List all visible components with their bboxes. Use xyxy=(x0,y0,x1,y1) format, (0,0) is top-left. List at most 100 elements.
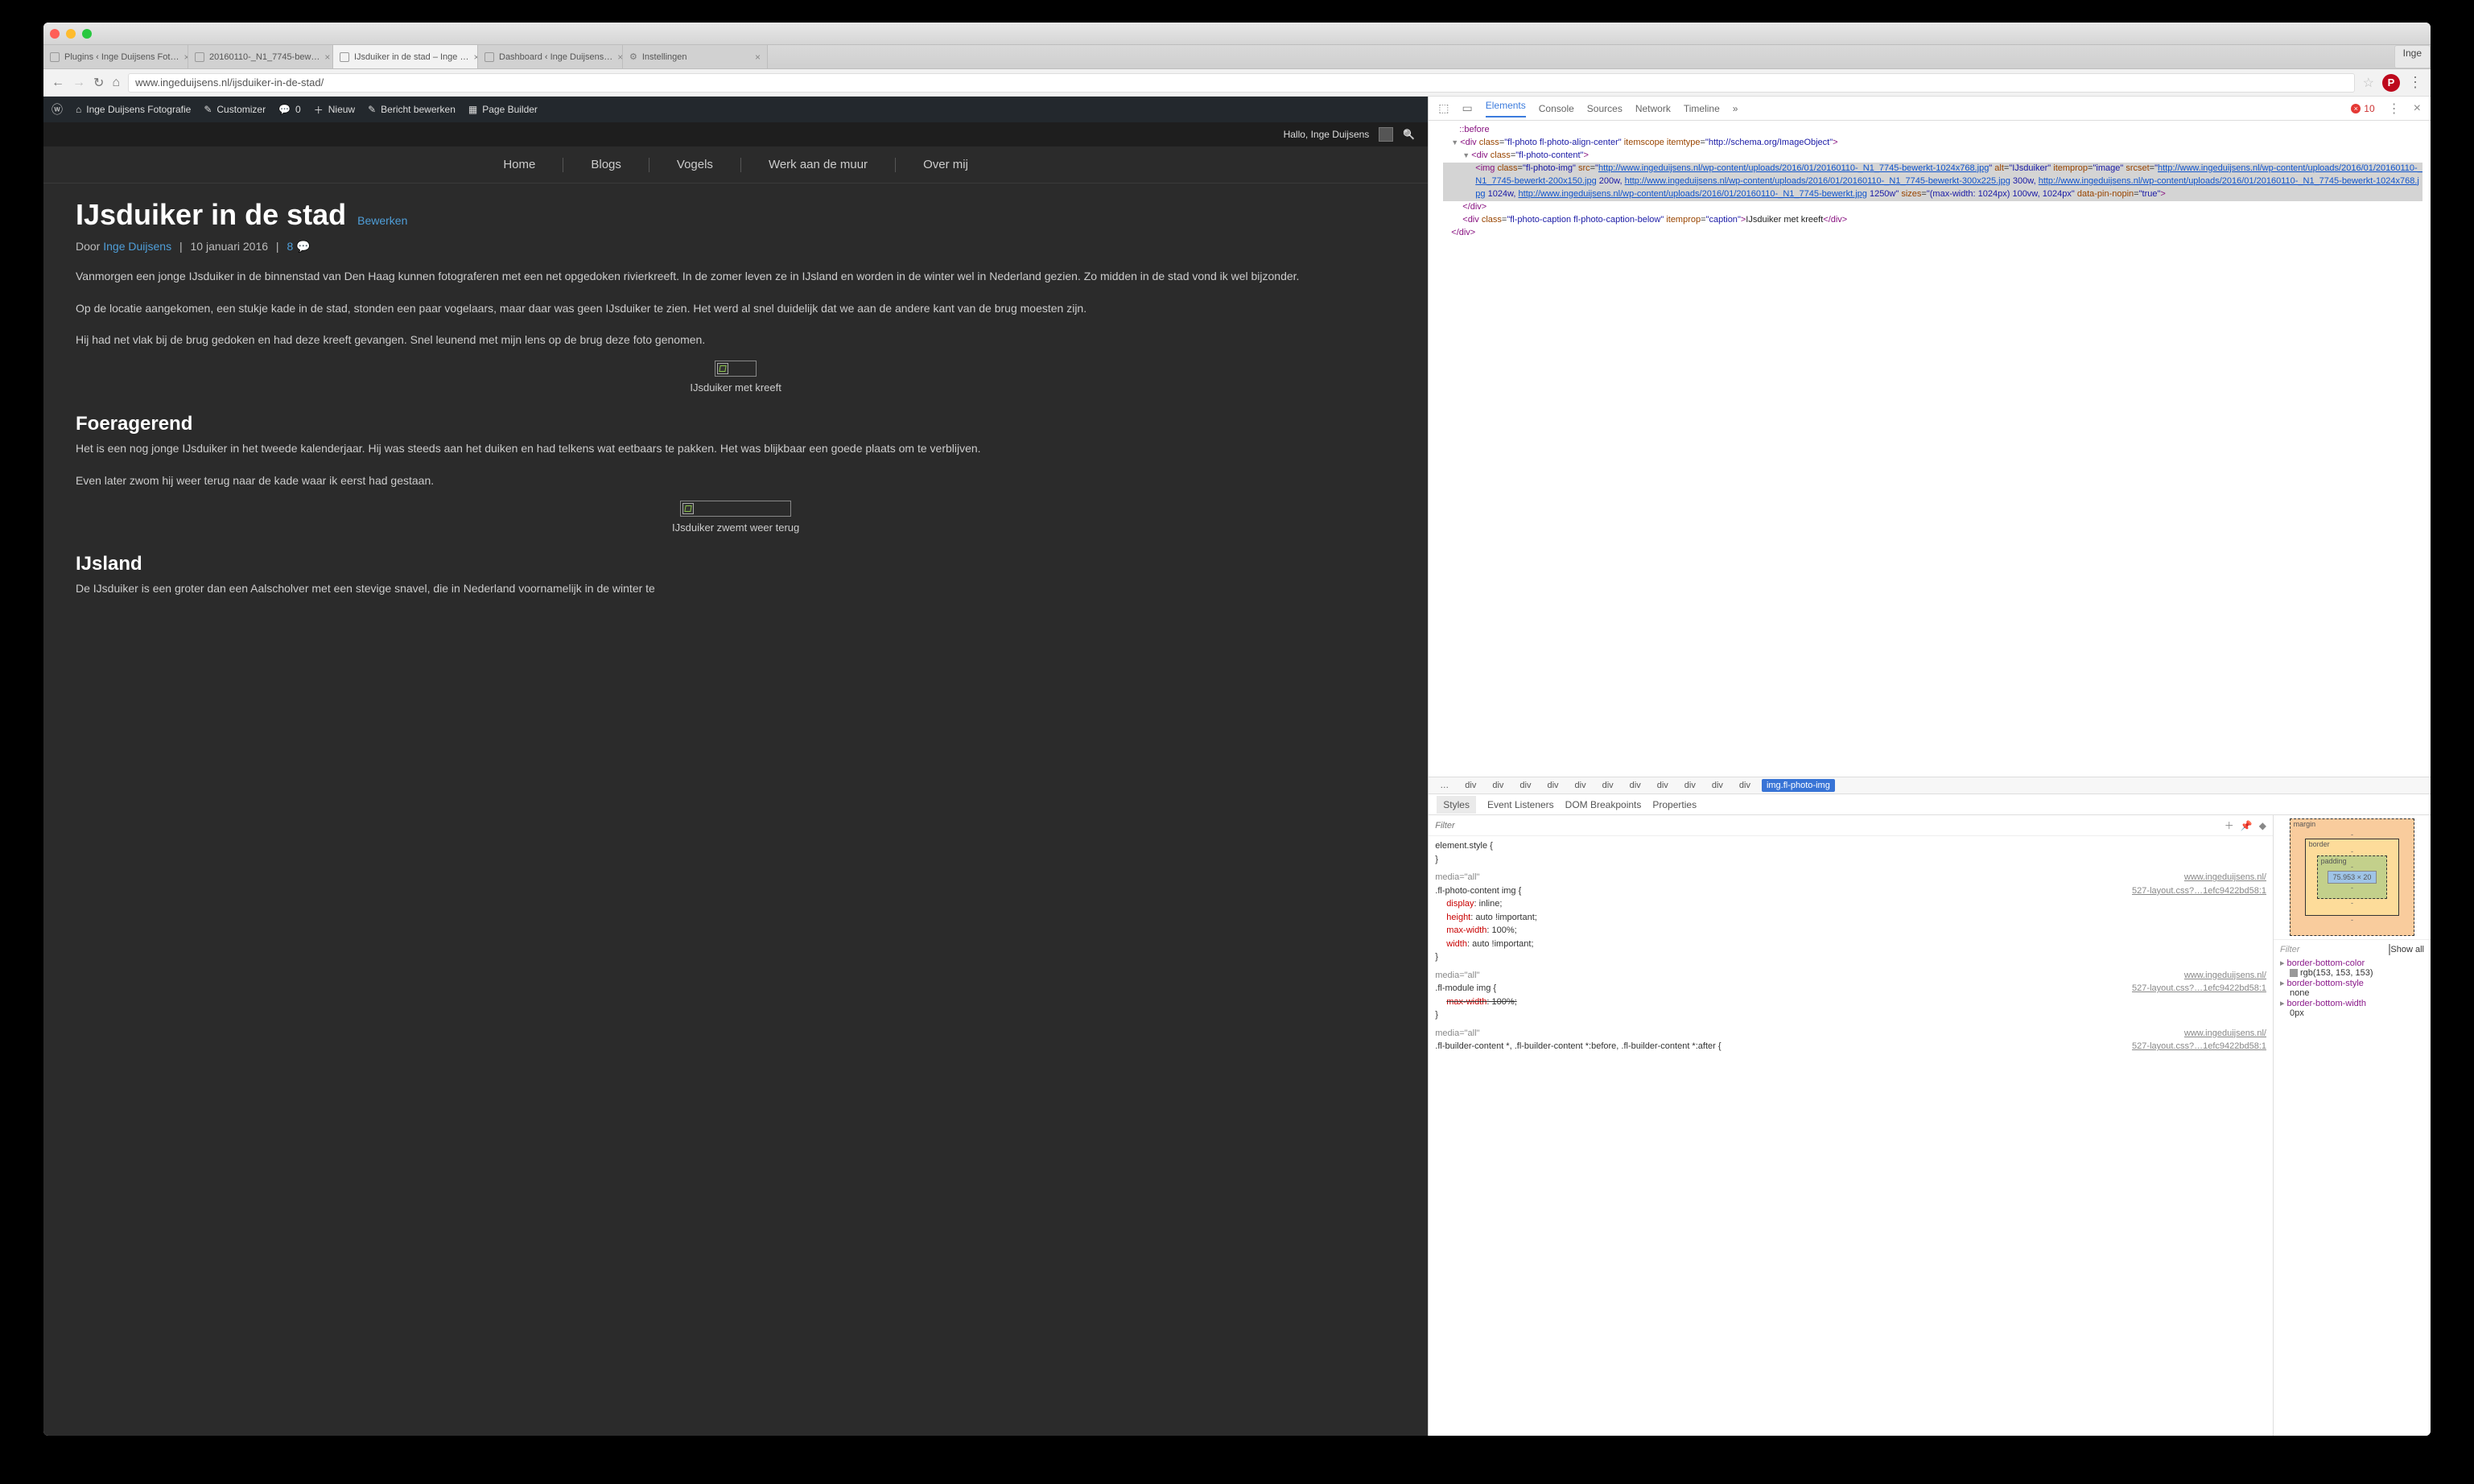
subtab-dom-breakpoints[interactable]: DOM Breakpoints xyxy=(1565,799,1642,810)
devtools-toolbar: ⬚ ▭ Elements Console Sources Network Tim… xyxy=(1429,97,2431,121)
tab-label: Plugins ‹ Inge Duijsens Fot… xyxy=(64,52,179,62)
edit-post-link[interactable]: Bewerken xyxy=(357,214,407,227)
minimize-window-button[interactable] xyxy=(66,29,76,39)
nav-werk[interactable]: Werk aan de muur xyxy=(764,158,872,171)
crumb-item-selected[interactable]: img.fl-photo-img xyxy=(1762,779,1835,792)
browser-tab[interactable]: 20160110-_N1_7745-bew…× xyxy=(188,45,333,68)
traffic-lights xyxy=(50,29,92,39)
styles-rules[interactable]: element.style {} media="all"www.ingeduij… xyxy=(1429,836,2273,1436)
browser-menu-icon[interactable]: ⋮ xyxy=(2408,74,2422,91)
reload-button[interactable]: ↻ xyxy=(93,75,104,91)
maximize-window-button[interactable] xyxy=(82,29,92,39)
url-input[interactable] xyxy=(128,73,2355,93)
devtools-tab-console[interactable]: Console xyxy=(1539,103,1574,114)
wp-customizer-link[interactable]: ✎Customizer xyxy=(204,104,266,115)
crumb-item[interactable]: div xyxy=(1487,779,1508,792)
search-icon[interactable] xyxy=(1403,129,1415,140)
styles-subtabs: Styles Event Listeners DOM Breakpoints P… xyxy=(1429,794,2431,815)
computed-pane[interactable]: Filter Show all border-bottom-color rgb(… xyxy=(2274,940,2431,1436)
crumb-item[interactable]: div xyxy=(1707,779,1728,792)
nav-vogels[interactable]: Vogels xyxy=(672,158,718,171)
back-button[interactable]: ← xyxy=(52,76,64,90)
computed-filter-input[interactable]: Filter xyxy=(2280,945,2299,954)
wp-pagebuilder-link[interactable]: ▦Page Builder xyxy=(468,104,538,115)
browser-tab[interactable]: Dashboard ‹ Inge Duijsens…× xyxy=(478,45,623,68)
greeting-text[interactable]: Hallo, Inge Duijsens xyxy=(1284,129,1370,140)
device-mode-icon[interactable]: ▭ xyxy=(1462,101,1473,115)
new-rule-icon[interactable]: ＋ xyxy=(2225,818,2234,832)
paragraph: De IJsduiker is een groter dan een Aalsc… xyxy=(76,580,1396,598)
browser-tabs: Plugins ‹ Inge Duijsens Fot…× 20160110-_… xyxy=(43,45,2431,69)
browser-tab[interactable]: IJsduiker in de stad – Inge …× xyxy=(333,45,478,68)
crumb-item[interactable]: div xyxy=(1515,779,1536,792)
pencil-icon: ✎ xyxy=(368,104,376,115)
nav-blogs[interactable]: Blogs xyxy=(586,158,626,171)
devtools-tab-network[interactable]: Network xyxy=(1635,103,1671,114)
nav-over[interactable]: Over mij xyxy=(918,158,973,171)
gear-icon xyxy=(629,52,637,62)
wordpress-icon[interactable]: ⓦ xyxy=(52,101,63,117)
page-icon xyxy=(50,52,60,62)
wp-admin-bar: ⓦ ⌂Inge Duijsens Fotografie ✎Customizer … xyxy=(43,97,1428,122)
crumb-item[interactable]: div xyxy=(1542,779,1563,792)
dom-tree[interactable]: ::before <div class="fl-photo fl-photo-a… xyxy=(1429,121,2431,777)
crumb-item[interactable]: div xyxy=(1680,779,1701,792)
bookmark-icon[interactable]: ☆ xyxy=(2363,75,2374,91)
home-icon: ⌂ xyxy=(76,104,81,115)
profile-button[interactable]: Inge xyxy=(2394,45,2431,68)
close-tab-icon[interactable]: × xyxy=(755,52,761,63)
author-link[interactable]: Inge Duijsens xyxy=(103,240,171,253)
comments-link[interactable]: 8 xyxy=(287,240,310,253)
article: IJsduiker in de stad Bewerken Door Inge … xyxy=(43,183,1428,1436)
close-window-button[interactable] xyxy=(50,29,60,39)
crumb-item[interactable]: div xyxy=(1652,779,1673,792)
inspect-icon[interactable]: ⬚ xyxy=(1438,101,1449,115)
styles-filter-input[interactable] xyxy=(1435,821,2218,831)
crumb-item[interactable]: div xyxy=(1460,779,1481,792)
paragraph: Even later zwom hij weer terug naar de k… xyxy=(76,472,1396,490)
figure: IJsduiker zwemt weer terug xyxy=(76,501,1396,534)
devtools-tab-timeline[interactable]: Timeline xyxy=(1684,103,1720,114)
element-state-icon[interactable]: ◆ xyxy=(2259,820,2266,831)
crumb-item[interactable]: div xyxy=(1625,779,1646,792)
devtools-tab-elements[interactable]: Elements xyxy=(1486,100,1526,117)
broken-image[interactable] xyxy=(715,361,757,377)
devtools-tab-sources[interactable]: Sources xyxy=(1587,103,1623,114)
wp-new-link[interactable]: ＋Nieuw xyxy=(314,103,355,117)
browser-tab[interactable]: Plugins ‹ Inge Duijsens Fot…× xyxy=(43,45,188,68)
site-nav: Home Blogs Vogels Werk aan de muur Over … xyxy=(43,146,1428,183)
window-titlebar xyxy=(43,23,2431,45)
page-icon xyxy=(484,52,494,62)
pin-icon[interactable]: 📌 xyxy=(2241,820,2253,831)
devtools-menu-icon[interactable]: ⋮ xyxy=(2388,101,2401,117)
forward-button[interactable]: → xyxy=(72,76,85,90)
wp-site-link[interactable]: ⌂Inge Duijsens Fotografie xyxy=(76,104,191,115)
nav-home[interactable]: Home xyxy=(498,158,540,171)
error-badge[interactable]: ×10 xyxy=(2351,103,2374,114)
paragraph: Op de locatie aangekomen, een stukje kad… xyxy=(76,300,1396,318)
crumb-item[interactable]: div xyxy=(1734,779,1755,792)
crumb-item[interactable]: … xyxy=(1435,779,1453,792)
wp-edit-post-link[interactable]: ✎Bericht bewerken xyxy=(368,104,456,115)
crumb-item[interactable]: div xyxy=(1598,779,1618,792)
home-button[interactable]: ⌂ xyxy=(112,76,120,90)
devtools-close-icon[interactable]: × xyxy=(2414,101,2421,116)
box-model[interactable]: margin- border- padding- 75.953 × 20 - -… xyxy=(2274,815,2431,940)
broken-image[interactable] xyxy=(680,501,791,517)
avatar[interactable] xyxy=(1379,127,1393,142)
crumb-item[interactable]: div xyxy=(1570,779,1591,792)
close-tab-icon[interactable]: × xyxy=(617,52,623,63)
wp-comments-link[interactable]: 💬0 xyxy=(278,104,301,115)
caption: IJsduiker met kreeft xyxy=(690,381,781,394)
paragraph: Vanmorgen een jonge IJsduiker in de binn… xyxy=(76,268,1396,286)
close-tab-icon[interactable]: × xyxy=(324,52,330,63)
box-content-size: 75.953 × 20 xyxy=(2328,871,2377,884)
dom-breadcrumb[interactable]: … div div div div div div div div div di… xyxy=(1429,777,2431,794)
pinterest-extension-icon[interactable]: P xyxy=(2382,74,2400,92)
subtab-styles[interactable]: Styles xyxy=(1437,796,1476,814)
browser-tab[interactable]: Instellingen× xyxy=(623,45,768,68)
page-title: IJsduiker in de stad Bewerken xyxy=(76,198,1396,232)
devtools-tabs-overflow[interactable]: » xyxy=(1733,103,1738,114)
subtab-event-listeners[interactable]: Event Listeners xyxy=(1487,799,1554,810)
subtab-properties[interactable]: Properties xyxy=(1652,799,1697,810)
